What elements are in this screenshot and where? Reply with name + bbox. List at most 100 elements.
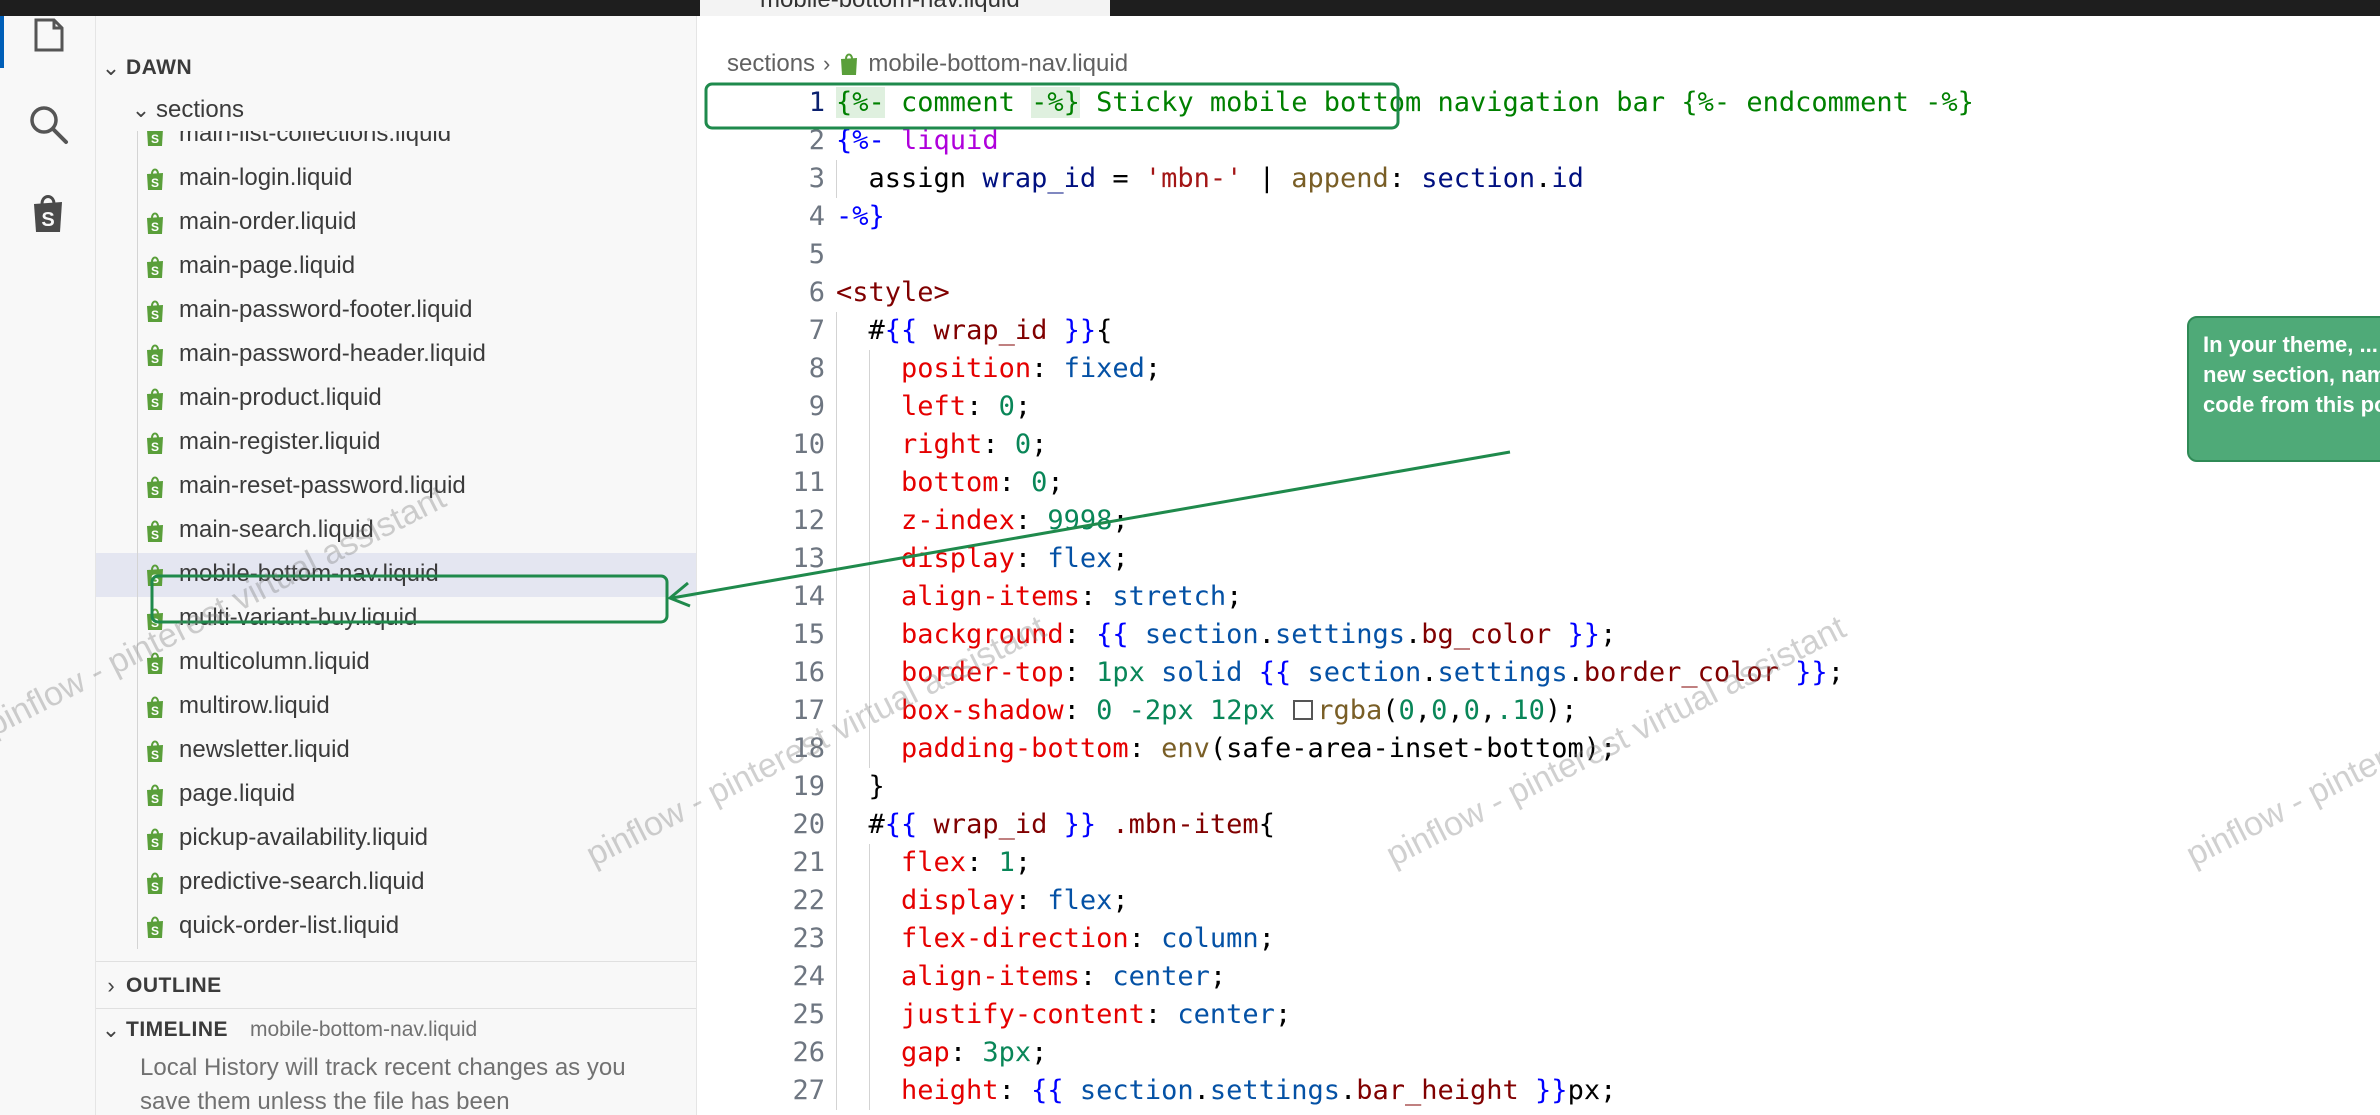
file-name: main-page.liquid bbox=[179, 252, 356, 279]
code-line[interactable]: 4 -%} bbox=[697, 198, 2380, 236]
indent-guide bbox=[137, 289, 138, 333]
code-line[interactable]: 11 bottom: 0; bbox=[697, 464, 2380, 502]
indent-guide bbox=[836, 996, 837, 1034]
code-token: 3px bbox=[982, 1037, 1032, 1068]
code-line[interactable]: 13 display: flex; bbox=[697, 540, 2380, 578]
file-item[interactable]: Smobile-bottom-nav.liquid bbox=[96, 553, 696, 597]
file-item[interactable]: Smain-product.liquid bbox=[96, 377, 696, 421]
code-token: 0 bbox=[1431, 695, 1448, 726]
shopify-file-icon: S bbox=[147, 388, 163, 410]
code-token: 0 bbox=[998, 391, 1015, 422]
code-token: fixed bbox=[1063, 353, 1145, 384]
code-line[interactable]: 15 background: {{ section.settings.bg_col… bbox=[697, 616, 2380, 654]
code-line[interactable]: 21 flex: 1; bbox=[697, 844, 2380, 882]
file-item[interactable]: Spage.liquid bbox=[96, 773, 696, 817]
code-token: ( bbox=[1209, 733, 1227, 764]
indent-guide bbox=[137, 421, 138, 465]
file-item[interactable]: Smain-login.liquid bbox=[96, 157, 696, 201]
file-item[interactable]: Squick-order-list.liquid bbox=[96, 905, 696, 949]
file-item[interactable]: Smain-page.liquid bbox=[96, 245, 696, 289]
code-token: { bbox=[1096, 315, 1113, 346]
code-line[interactable]: 26 gap: 3px; bbox=[697, 1034, 2380, 1072]
code-line[interactable]: 23 flex-direction: column; bbox=[697, 920, 2380, 958]
shopify-file-icon: S bbox=[147, 432, 163, 454]
code-line[interactable]: 9 left: 0; bbox=[697, 388, 2380, 426]
file-item[interactable]: Snewsletter.liquid bbox=[96, 729, 696, 773]
editor-tab[interactable]: mobile-bottom-nav.liquid bbox=[700, 0, 1110, 16]
svg-text:S: S bbox=[151, 704, 159, 718]
code-token: 0 bbox=[1463, 695, 1480, 726]
files-icon[interactable] bbox=[24, 16, 72, 64]
svg-text:S: S bbox=[151, 396, 159, 410]
code-token: id bbox=[1551, 163, 1584, 194]
code-line[interactable]: 7 #{{ wrap_id }}{ bbox=[697, 312, 2380, 350]
file-item[interactable]: Smain-register.liquid bbox=[96, 421, 696, 465]
code-token: }} bbox=[1063, 315, 1097, 346]
indent-guide bbox=[836, 350, 837, 388]
file-name: main-password-header.liquid bbox=[179, 340, 486, 367]
code-token: 9998 bbox=[1047, 505, 1113, 536]
code-line[interactable]: 6 <style> bbox=[697, 274, 2380, 312]
code-token: section bbox=[1291, 657, 1422, 688]
chevron-right-icon: › bbox=[107, 973, 115, 998]
code-token: ; bbox=[1047, 467, 1064, 498]
code-token: settings bbox=[1437, 657, 1568, 688]
code-line[interactable]: 14 align-items: stretch; bbox=[697, 578, 2380, 616]
code-line[interactable]: 17 box-shadow: 0 -2px 12px rgba(0,0,0,.10… bbox=[697, 692, 2380, 730]
breadcrumb-folder[interactable]: sections bbox=[727, 50, 815, 78]
file-item[interactable]: Smain-password-header.liquid bbox=[96, 333, 696, 377]
file-item[interactable]: Smain-password-footer.liquid bbox=[96, 289, 696, 333]
indent-guide bbox=[137, 509, 138, 553]
code-line[interactable]: 20 #{{ wrap_id }} .mbn-item{ bbox=[697, 806, 2380, 844]
code-token: # bbox=[868, 809, 885, 840]
timeline-header[interactable]: ⌄ TIMELINE mobile-bottom-nav.liquid bbox=[96, 1008, 696, 1052]
code-token: flex-direction bbox=[901, 923, 1129, 954]
code-text: assign wrap_id = 'mbn-' | append: sectio… bbox=[869, 160, 1584, 198]
code-line[interactable]: 12 z-index: 9998; bbox=[697, 502, 2380, 540]
code-line[interactable]: 27 height: {{ section.settings.bar_height… bbox=[697, 1072, 2380, 1110]
code-line[interactable]: 1 {%- comment -%} Sticky mobile bottom na… bbox=[697, 84, 2380, 122]
code-token: bar_height bbox=[1356, 1075, 1519, 1106]
file-item[interactable]: Smain-order.liquid bbox=[96, 201, 696, 245]
outline-header[interactable]: › OUTLINE bbox=[96, 964, 696, 1008]
indent-guide bbox=[836, 312, 837, 350]
code-line[interactable]: 22 display: flex; bbox=[697, 882, 2380, 920]
code-editor[interactable]: sections › mobile-bottom-nav.liquid 1 {%-… bbox=[697, 16, 2380, 1115]
file-item[interactable]: Smultirow.liquid bbox=[96, 685, 696, 729]
code-token: . bbox=[1535, 163, 1552, 194]
indent-guide bbox=[836, 426, 837, 464]
shopify-icon[interactable]: S bbox=[24, 188, 72, 236]
code-token: <style> bbox=[836, 277, 950, 308]
code-line[interactable]: 5 bbox=[697, 236, 2380, 274]
breadcrumb-file[interactable]: mobile-bottom-nav.liquid bbox=[868, 50, 1128, 78]
code-text: } bbox=[869, 768, 885, 806]
code-line[interactable]: 24 align-items: center; bbox=[697, 958, 2380, 996]
indent-guide bbox=[137, 685, 138, 729]
line-number: 10 bbox=[792, 429, 825, 460]
workspace-header[interactable]: ⌄ DAWN bbox=[96, 46, 696, 90]
line-number: 23 bbox=[792, 923, 825, 954]
folder-sections[interactable]: ⌄ sections bbox=[126, 90, 244, 130]
indent-guide bbox=[137, 773, 138, 817]
code-token: : bbox=[1014, 543, 1048, 574]
code-area[interactable]: 1 {%- comment -%} Sticky mobile bottom na… bbox=[697, 84, 2380, 1110]
file-item[interactable]: Smain-list-collections.liquid bbox=[96, 131, 696, 157]
search-icon[interactable] bbox=[24, 100, 72, 148]
code-line[interactable]: 10 right: 0; bbox=[697, 426, 2380, 464]
code-token: : bbox=[949, 1037, 983, 1068]
indent-guide bbox=[868, 464, 870, 502]
code-text: gap: 3px; bbox=[901, 1034, 1047, 1072]
code-token: safe-area-inset-bottom bbox=[1226, 733, 1584, 764]
code-line[interactable]: 2 {%- liquid bbox=[697, 122, 2380, 160]
code-text: align-items: center; bbox=[901, 958, 1226, 996]
code-line[interactable]: 3 assign wrap_id = 'mbn-' | append: secti… bbox=[697, 160, 2380, 198]
shopify-file-icon: S bbox=[147, 131, 163, 146]
code-line[interactable]: 25 justify-content: center; bbox=[697, 996, 2380, 1034]
code-token: Sticky mobile bottom navigation bar bbox=[1079, 87, 1682, 118]
code-token: 0 bbox=[1096, 695, 1113, 726]
shopify-file-icon: S bbox=[147, 212, 163, 234]
line-number: 3 bbox=[808, 163, 825, 194]
code-line[interactable]: 8 position: fixed; bbox=[697, 350, 2380, 388]
line-number: 4 bbox=[808, 201, 825, 232]
